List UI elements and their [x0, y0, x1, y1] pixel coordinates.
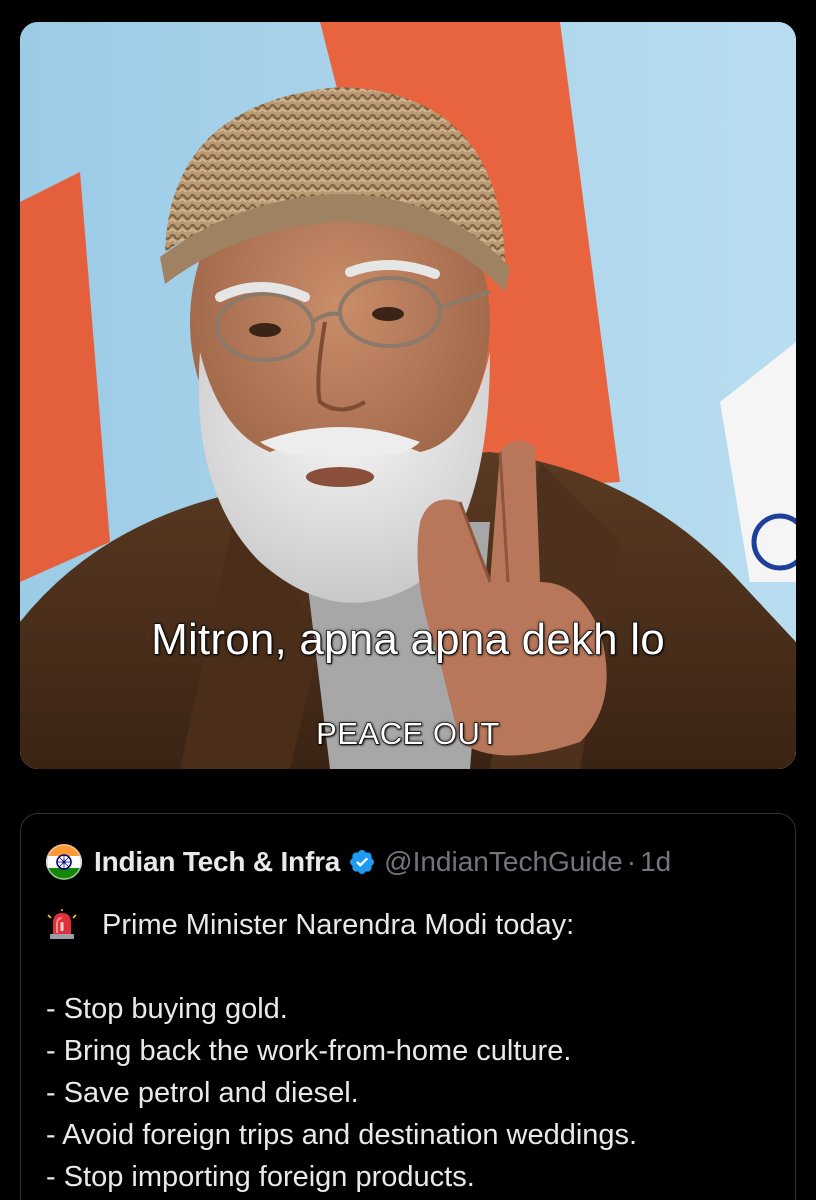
meme-subcaption: PEACE OUT: [315, 715, 500, 751]
intro-line: Prime Minister Narendra Modi today:: [46, 904, 775, 946]
ashoka-chakra-icon[interactable]: [46, 844, 82, 880]
meme-image[interactable]: Mitron, apna apna dekh lo PEACE OUT: [20, 22, 796, 769]
author-handle[interactable]: @IndianTechGuide: [384, 846, 623, 878]
quoted-tweet-text: Prime Minister Narendra Modi today: - St…: [46, 904, 775, 1198]
verified-badge-icon: [348, 848, 376, 876]
tweet-screenshot: Mitron, apna apna dekh lo PEACE OUT Indi…: [0, 0, 816, 1200]
siren-icon: [46, 909, 78, 941]
separator-dot: ·: [626, 846, 637, 877]
list-item: - Save petrol and diesel.: [46, 1077, 359, 1109]
intro-text: Prime Minister Narendra Modi today:: [102, 909, 575, 941]
list-item: - Stop buying gold.: [46, 993, 288, 1025]
bullet-list: - Stop buying gold. - Bring back the wor…: [46, 988, 775, 1198]
list-item: - Stop importing foreign products.: [46, 1161, 475, 1193]
list-item: - Bring back the work-from-home culture.: [46, 1035, 572, 1067]
quoted-tweet-card[interactable]: Indian Tech & Infra @IndianTechGuide · 1…: [20, 813, 796, 1200]
meme-caption: Mitron, apna apna dekh lo: [150, 614, 665, 664]
quoted-tweet-header: Indian Tech & Infra @IndianTechGuide · 1…: [46, 844, 671, 880]
timestamp[interactable]: 1d: [640, 846, 671, 878]
author-name[interactable]: Indian Tech & Infra: [94, 846, 340, 878]
list-item: - Avoid foreign trips and destination we…: [46, 1119, 638, 1151]
